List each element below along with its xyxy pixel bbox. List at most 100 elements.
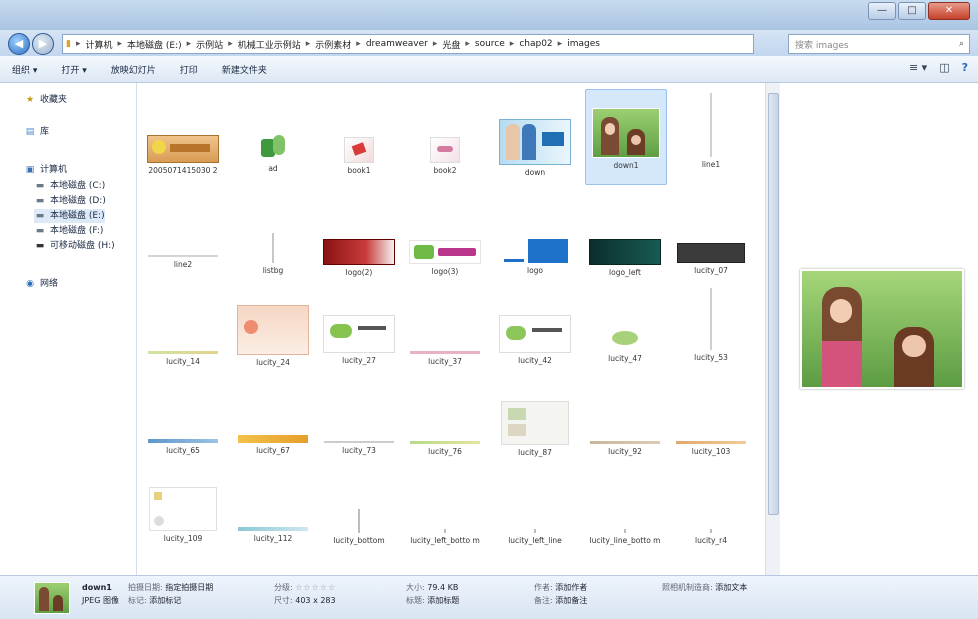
breadcrumb-7[interactable]: source: [472, 39, 508, 49]
sidebar-item-computer[interactable]: ▣ 计算机: [24, 163, 67, 177]
open-button[interactable]: 打开 ▾: [49, 63, 98, 76]
minimize-button[interactable]: —: [868, 2, 896, 20]
file-item[interactable]: lucity_bottom: [319, 483, 399, 547]
file-item[interactable]: lucity_24: [233, 301, 313, 371]
file-item[interactable]: logo: [495, 233, 575, 275]
sidebar-item-label: 收藏夹: [40, 95, 68, 105]
file-thumbnail: [589, 239, 661, 265]
details-date-taken[interactable]: 拍摄日期: 指定拍摄日期: [128, 582, 213, 593]
vertical-scrollbar[interactable]: [765, 83, 780, 575]
breadcrumb-5[interactable]: dreamweaver: [363, 39, 431, 49]
organize-button[interactable]: 组织 ▾: [0, 63, 49, 76]
address-bar[interactable]: ▮ ▸ 计算机 ▸ 本地磁盘 (E:) ▸ 示例站 ▸ 机械工业示例站 ▸ 示例…: [62, 34, 754, 54]
file-item[interactable]: lucity_67: [233, 397, 313, 461]
breadcrumb-2[interactable]: 示例站: [193, 38, 226, 51]
file-thumbnail: [147, 135, 219, 163]
file-name: logo: [526, 266, 544, 275]
file-name: listbg: [262, 266, 284, 275]
scrollbar-thumb[interactable]: [768, 93, 779, 515]
preview-pane-icon[interactable]: ◫: [939, 61, 949, 74]
slideshow-button[interactable]: 放映幻灯片: [99, 63, 168, 76]
rating-stars-icon[interactable]: ☆☆☆☆☆: [295, 583, 336, 592]
file-name: ad: [268, 164, 278, 173]
file-item[interactable]: down: [495, 113, 575, 185]
file-item[interactable]: line1: [671, 93, 751, 185]
navigation-pane: ★ 收藏夹 ▤ 库 ▣ 计算机 ▬ 本地磁盘 (C:) ▬ 本地磁盘 (D:) ▬ 本地磁盘…: [0, 83, 137, 575]
sidebar-item-drive-e[interactable]: ▬ 本地磁盘 (E:): [34, 209, 105, 223]
file-item[interactable]: 2005071415030 2: [143, 123, 223, 185]
help-icon[interactable]: ?: [962, 61, 968, 74]
file-item[interactable]: lucity_left_botto m: [405, 483, 485, 547]
details-camera-maker[interactable]: 照相机制造商: 添加文本: [662, 582, 747, 593]
file-item[interactable]: lucity_left_line: [495, 483, 575, 547]
details-thumbnail: [34, 582, 70, 614]
file-item[interactable]: lucity_27: [319, 301, 399, 371]
breadcrumb-0[interactable]: 计算机: [82, 38, 115, 51]
file-item[interactable]: lucity_r4: [671, 483, 751, 547]
details-value: 添加标题: [427, 596, 460, 605]
view-options-icon[interactable]: ≡ ▾: [909, 61, 927, 74]
file-item[interactable]: lucity_109: [143, 483, 223, 547]
print-button[interactable]: 打印: [168, 63, 210, 76]
sidebar-item-label: 网络: [40, 279, 59, 289]
sidebar-item-libraries[interactable]: ▤ 库: [24, 125, 49, 139]
file-item[interactable]: book2: [405, 123, 485, 185]
file-thumbnail: [608, 321, 642, 351]
file-item[interactable]: lucity_92: [585, 397, 665, 461]
details-tags[interactable]: 标记: 添加标记: [128, 595, 181, 606]
close-button[interactable]: ✕: [928, 2, 970, 20]
breadcrumb-9[interactable]: images: [564, 39, 603, 49]
file-item[interactable]: logo(3): [405, 233, 485, 276]
sidebar-item-drive-c[interactable]: ▬ 本地磁盘 (C:): [34, 179, 105, 193]
sidebar-item-drive-h[interactable]: ▬ 可移动磁盘 (H:): [34, 239, 115, 253]
file-item[interactable]: lucity_07: [671, 233, 751, 275]
file-thumbnail: [592, 108, 660, 158]
details-label: 标记:: [128, 596, 147, 605]
file-item[interactable]: ad: [233, 123, 313, 185]
forward-button[interactable]: ▶: [32, 33, 54, 55]
file-item[interactable]: lucity_53: [671, 288, 751, 371]
file-item[interactable]: lucity_103: [671, 397, 751, 461]
search-icon[interactable]: ⌕: [959, 39, 969, 49]
breadcrumb-3[interactable]: 机械工业示例站: [235, 38, 304, 51]
file-item[interactable]: listbg: [233, 233, 313, 275]
file-item[interactable]: lucity_65: [143, 397, 223, 461]
file-item[interactable]: line2: [143, 233, 223, 275]
file-item[interactable]: lucity_14: [143, 301, 223, 371]
breadcrumb-4[interactable]: 示例素材: [312, 38, 354, 51]
maximize-button[interactable]: □: [898, 2, 926, 20]
details-pane: down1 JPEG 图像 拍摄日期: 指定拍摄日期 标记: 添加标记 分级: …: [0, 575, 978, 619]
sidebar-item-drive-d[interactable]: ▬ 本地磁盘 (D:): [34, 194, 106, 208]
title-bar: — □ ✕: [0, 0, 978, 30]
back-button[interactable]: ◀: [8, 33, 30, 55]
library-icon: ▤: [25, 127, 35, 137]
sidebar-item-network[interactable]: ◉ 网络: [24, 277, 58, 291]
file-name: lucity_bottom: [333, 536, 385, 545]
file-thumbnail: [148, 351, 218, 354]
star-icon: ★: [25, 95, 35, 105]
new-folder-button[interactable]: 新建文件夹: [210, 63, 279, 76]
sidebar-item-drive-f[interactable]: ▬ 本地磁盘 (F:): [34, 224, 104, 238]
file-item[interactable]: lucity_112: [233, 483, 313, 547]
breadcrumb-8[interactable]: chap02: [516, 39, 555, 49]
file-item[interactable]: lucity_76: [405, 397, 485, 461]
search-input[interactable]: 搜索 images ⌕: [788, 34, 970, 54]
details-rating[interactable]: 分级: ☆☆☆☆☆: [274, 582, 336, 593]
file-item-selected[interactable]: down1: [585, 89, 667, 185]
file-item[interactable]: logo_left: [585, 233, 665, 277]
sidebar-item-favorites[interactable]: ★ 收藏夹: [24, 93, 67, 107]
details-comments[interactable]: 备注: 添加备注: [534, 595, 587, 606]
file-item[interactable]: lucity_42: [495, 301, 575, 371]
file-item[interactable]: lucity_87: [495, 397, 575, 461]
file-item[interactable]: logo(2): [319, 233, 399, 277]
file-item[interactable]: lucity_47: [585, 301, 665, 371]
file-item[interactable]: lucity_line_botto m: [585, 483, 665, 547]
file-item[interactable]: book1: [319, 123, 399, 185]
file-item[interactable]: lucity_37: [405, 301, 485, 371]
details-authors[interactable]: 作者: 添加作者: [534, 582, 587, 593]
breadcrumb-1[interactable]: 本地磁盘 (E:): [124, 38, 185, 51]
file-item[interactable]: lucity_73: [319, 397, 399, 461]
details-title[interactable]: 标题: 添加标题: [406, 595, 459, 606]
drive-icon: ▬: [35, 226, 45, 236]
breadcrumb-6[interactable]: 光盘: [439, 38, 463, 51]
